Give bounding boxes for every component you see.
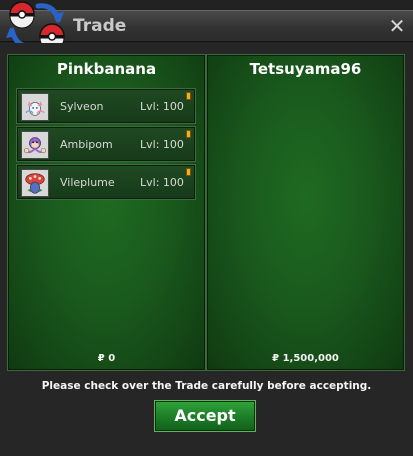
pokemon-name: Ambipom bbox=[60, 138, 113, 151]
close-button[interactable]: ✕ bbox=[387, 15, 407, 37]
right-trader-name: Tetsuyama96 bbox=[249, 60, 362, 78]
right-trade-panel: Tetsuyama96 ₽ 1,500,000 bbox=[206, 54, 405, 371]
pokemon-name: Sylveon bbox=[60, 100, 104, 113]
pokemon-level: Lvl: 100 bbox=[140, 176, 184, 189]
left-trade-panel: Pinkbanana Sylveon Lvl: 100 Ambipom Lvl:… bbox=[7, 54, 206, 371]
left-trader-money: ₽ 0 bbox=[97, 353, 116, 364]
item-tag-icon bbox=[186, 130, 191, 138]
trade-content: Pinkbanana Sylveon Lvl: 100 Ambipom Lvl:… bbox=[0, 43, 413, 456]
close-icon: ✕ bbox=[388, 14, 406, 38]
vileplume-icon bbox=[21, 169, 49, 197]
item-tag-icon bbox=[186, 92, 191, 100]
sylveon-icon bbox=[21, 93, 49, 121]
pokemon-row-vileplume[interactable]: Vileplume Lvl: 100 bbox=[16, 164, 196, 200]
right-trader-money: ₽ 1,500,000 bbox=[272, 353, 339, 364]
left-trader-name: Pinkbanana bbox=[56, 60, 157, 78]
pokemon-row-ambipom[interactable]: Ambipom Lvl: 100 bbox=[16, 126, 196, 162]
item-tag-icon bbox=[186, 168, 191, 176]
left-pokemon-list: Sylveon Lvl: 100 Ambipom Lvl: 100 Vilepl… bbox=[16, 88, 196, 203]
ambipom-icon bbox=[21, 131, 49, 159]
pokemon-level: Lvl: 100 bbox=[140, 100, 184, 113]
accept-button[interactable]: Accept bbox=[154, 400, 256, 432]
pokemon-row-sylveon[interactable]: Sylveon Lvl: 100 bbox=[16, 88, 196, 124]
window-title: Trade bbox=[73, 16, 127, 36]
pokemon-level: Lvl: 100 bbox=[140, 138, 184, 151]
trade-window: Trade ✕ Pinkbanana Sylveon Lvl: 100 Ambi… bbox=[0, 0, 413, 456]
pokemon-name: Vileplume bbox=[60, 176, 115, 189]
trade-notice: Please check over the Trade carefully be… bbox=[41, 380, 372, 392]
